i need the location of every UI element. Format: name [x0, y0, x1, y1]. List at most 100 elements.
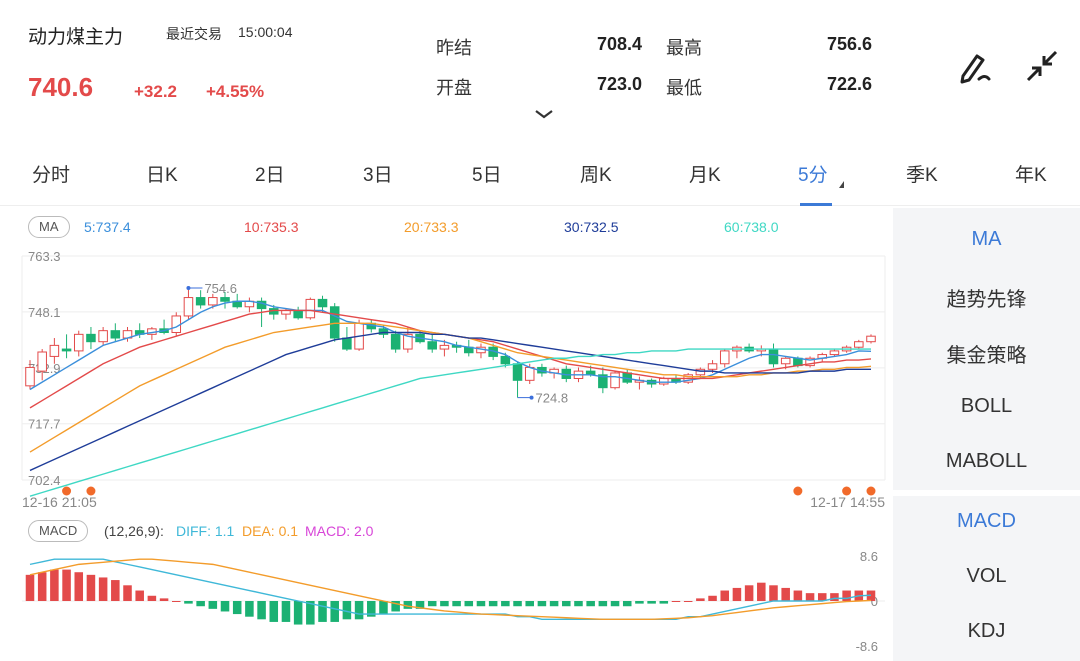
tab-5min[interactable]: 5分: [798, 160, 828, 187]
macd-bar: [513, 601, 522, 607]
collapse-icon[interactable]: [1022, 46, 1062, 86]
last-price: 740.6: [28, 72, 94, 102]
indicator-boll[interactable]: BOLL: [893, 395, 1080, 418]
low-marker-dot: [529, 395, 534, 400]
macd-bar: [135, 590, 144, 601]
candle-body: [342, 337, 352, 350]
tab-2day[interactable]: 2日: [255, 160, 285, 187]
candle-body: [195, 297, 206, 306]
candle-body: [73, 333, 84, 352]
macd-bar: [257, 601, 266, 620]
macd-y-tick-label: -8.6: [856, 639, 878, 654]
macd-bar: [330, 601, 339, 622]
ma-badge[interactable]: MA: [28, 216, 70, 238]
macd-y-tick-label: 8.6: [860, 549, 878, 564]
high-value: 756.6: [826, 34, 872, 54]
candle-body: [98, 330, 108, 343]
candle-body: [86, 333, 96, 343]
candle-body: [707, 363, 718, 370]
macd-bar: [354, 601, 364, 620]
macd-bar: [62, 569, 71, 601]
expand-chevron-icon[interactable]: [533, 106, 555, 122]
macd-bar: [74, 572, 84, 601]
ma-line-ma30: [29, 331, 871, 472]
candle-body: [220, 297, 230, 302]
macd-bar: [232, 601, 242, 615]
candle-body: [305, 298, 316, 319]
macd-bar: [208, 601, 218, 609]
macd-bar: [622, 601, 632, 607]
candle-body: [768, 348, 779, 365]
macd-legend: MACD (12,26,9): DIFF: 1.1 DEA: 0.1 MACD:…: [0, 520, 890, 544]
candle-body: [37, 351, 47, 372]
macd-bar: [452, 601, 461, 607]
indicator-vol[interactable]: VOL: [893, 565, 1080, 588]
y-tick-label: 717.7: [28, 417, 61, 432]
macd-bar: [501, 601, 510, 607]
macd-bar: [86, 574, 96, 601]
macd-bar: [830, 593, 839, 601]
macd-bar: [25, 574, 35, 601]
tab-intraday[interactable]: 分时: [32, 160, 70, 187]
signal-dot: [793, 486, 803, 496]
low-value: 722.6: [826, 74, 872, 94]
macd-bar: [281, 601, 291, 622]
macd-chart[interactable]: 8.60-8.6: [0, 548, 892, 658]
draw-icon[interactable]: [955, 46, 995, 86]
tab-3day[interactable]: 3日: [363, 160, 393, 187]
macd-bar: [440, 601, 449, 607]
macd-bar: [147, 595, 157, 601]
tab-month[interactable]: 月K: [689, 160, 721, 187]
macd-bar: [769, 585, 778, 601]
indicator-kdj[interactable]: KDJ: [893, 620, 1080, 643]
macd-params: (12,26,9):: [104, 523, 164, 539]
tab-day[interactable]: 日K: [146, 160, 178, 187]
macd-bar: [196, 601, 205, 607]
price-change: +32.2: [134, 82, 178, 101]
macd-bar: [269, 601, 279, 622]
candle-body: [866, 335, 876, 343]
candle-body: [610, 372, 620, 389]
candle-body: [25, 366, 35, 387]
macd-bar: [720, 590, 730, 601]
tab-5day[interactable]: 5日: [472, 160, 502, 187]
tab-dropdown-caret-icon[interactable]: [839, 181, 844, 188]
candlestick-chart[interactable]: 763.3748.1732.9717.7702.4754.6724.812-16…: [0, 244, 892, 514]
macd-diff-value: DIFF: 1.1: [176, 523, 235, 539]
macd-bar: [427, 601, 437, 607]
macd-bar: [159, 598, 169, 601]
indicator-maboll[interactable]: MABOLL: [893, 450, 1080, 473]
open-value: 723.0: [596, 74, 642, 94]
tab-year[interactable]: 年K: [1015, 160, 1047, 187]
candle-body: [329, 306, 340, 339]
indicator-macd[interactable]: MACD: [893, 510, 1080, 533]
ma-legend: MA 5:737.4 10:735.3 20:733.3 30:732.5 60…: [0, 216, 890, 240]
macd-badge[interactable]: MACD: [28, 520, 89, 542]
y-tick-label: 748.1: [28, 305, 61, 320]
macd-bar: [744, 585, 754, 601]
candle-body: [829, 350, 840, 356]
indicator-trend-pioneer[interactable]: 趋势先锋: [893, 283, 1080, 312]
macd-bar: [610, 601, 620, 607]
prev-settle-value: 708.4: [596, 34, 642, 54]
candle-body: [183, 297, 194, 317]
macd-bar: [757, 582, 766, 601]
ma20-value: 20:733.3: [404, 219, 459, 235]
macd-bar: [525, 601, 534, 607]
indicator-ma[interactable]: MA: [893, 228, 1080, 251]
macd-bar: [184, 601, 193, 604]
indicator-gold-strategy[interactable]: 集金策略: [893, 339, 1080, 368]
candle-body: [512, 363, 523, 381]
high-label: 最高: [666, 38, 702, 58]
ma-line-ma5: [29, 300, 872, 391]
macd-bar: [659, 601, 669, 604]
macd-macd-value: MACD: 2.0: [305, 523, 374, 539]
candle-body: [390, 333, 401, 350]
y-tick-label: 702.4: [28, 473, 61, 488]
macd-bar: [379, 601, 388, 615]
tab-quarter[interactable]: 季K: [906, 160, 938, 187]
last-trade-label: 最近交易: [166, 26, 222, 42]
macd-bar: [586, 601, 595, 607]
tab-week[interactable]: 周K: [580, 160, 612, 187]
x-end-label: 12-17 14:55: [810, 494, 885, 510]
